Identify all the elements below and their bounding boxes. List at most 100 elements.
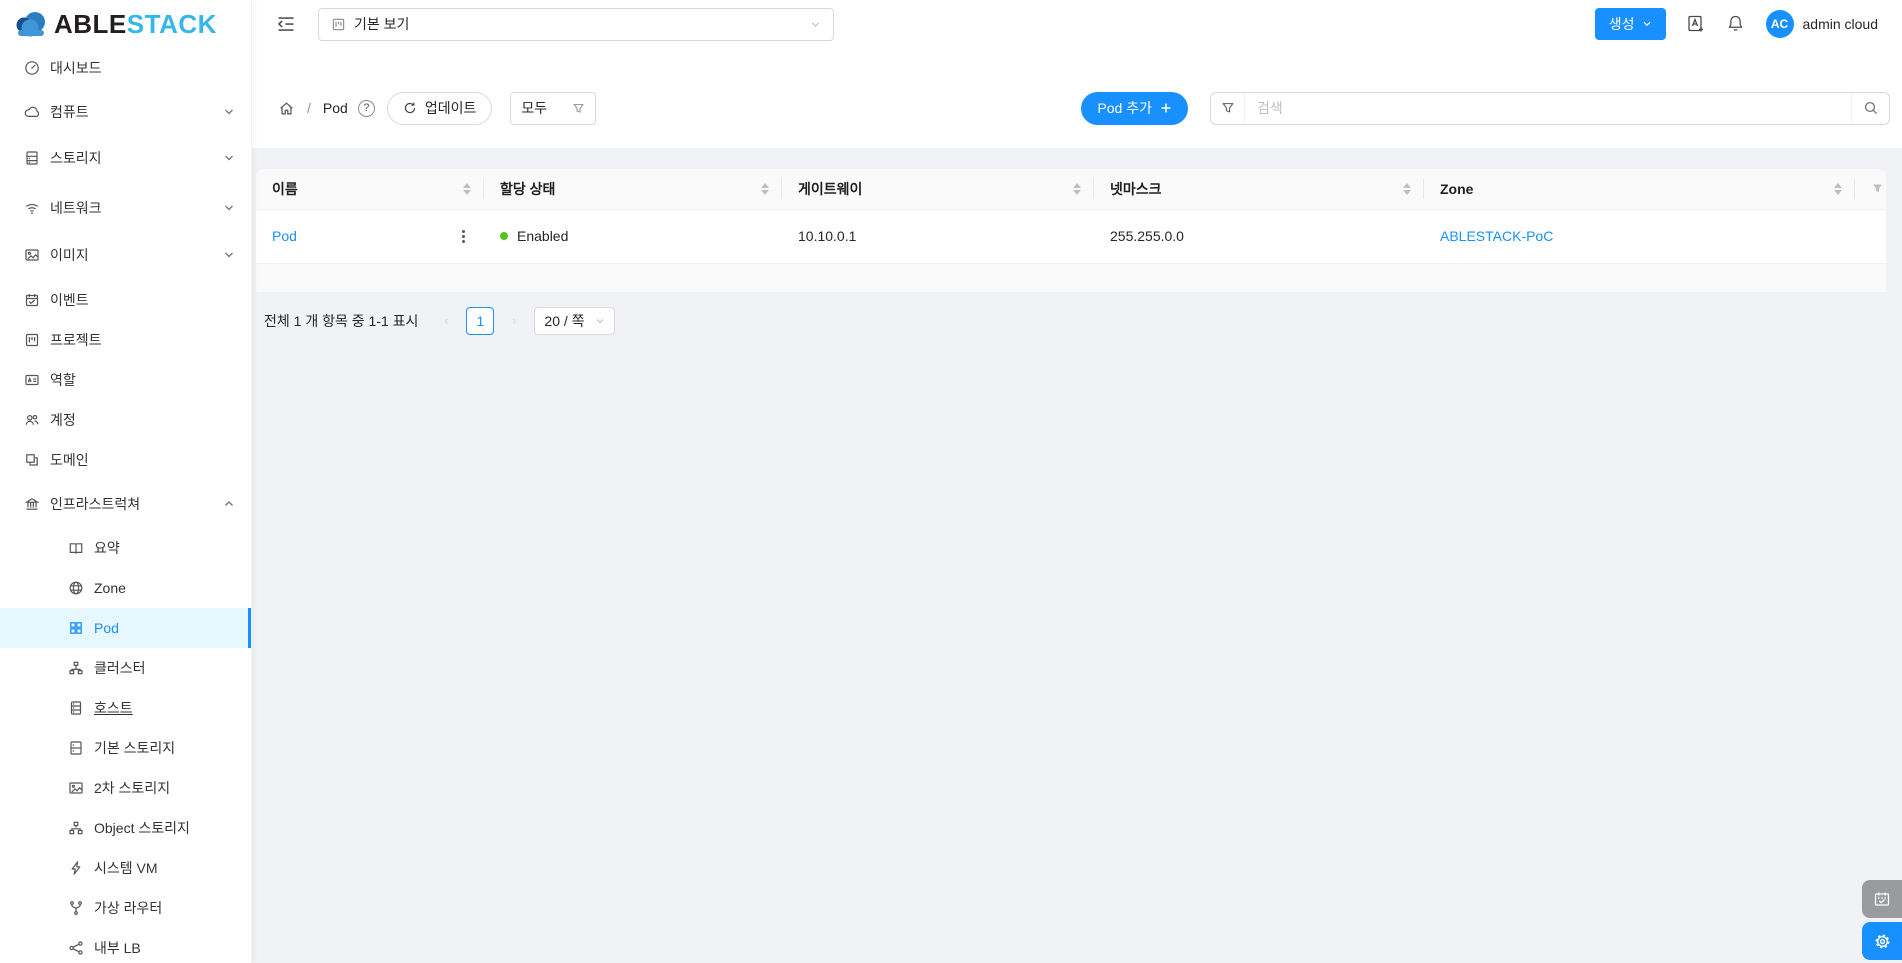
sidebar-item-network[interactable]: 네트워크 bbox=[0, 188, 251, 228]
cluster-icon bbox=[68, 660, 84, 676]
top-header: 기본 보기 생성 AC admin cloud bbox=[252, 0, 1902, 48]
sidebar-item-system-vms[interactable]: 시스템 VM bbox=[0, 848, 251, 888]
sidebar-item-accounts[interactable]: 계정 bbox=[0, 400, 251, 440]
sidebar-item-pod[interactable]: Pod bbox=[0, 608, 251, 648]
column-header-filter[interactable] bbox=[1855, 169, 1886, 210]
database-icon bbox=[68, 740, 84, 756]
avatar: AC bbox=[1765, 10, 1794, 38]
chevron-down-icon bbox=[223, 249, 235, 261]
sidebar-item-clusters[interactable]: 클러스터 bbox=[0, 648, 251, 688]
zone-link[interactable]: ABLESTACK-PoC bbox=[1440, 228, 1553, 244]
breadcrumb-separator: / bbox=[307, 100, 311, 116]
chevron-down-icon bbox=[223, 106, 235, 118]
cell-netmask: 255.255.0.0 bbox=[1094, 209, 1424, 264]
sidebar-item-primary-storage[interactable]: 기본 스토리지 bbox=[0, 728, 251, 768]
global-icon bbox=[68, 580, 84, 596]
sidebar-item-hosts[interactable]: 호스트 bbox=[0, 688, 251, 728]
cell-name: Pod bbox=[256, 209, 484, 264]
create-button[interactable]: 생성 bbox=[1594, 8, 1666, 40]
project-view-icon bbox=[332, 18, 345, 30]
column-header-netmask[interactable]: 넷마스크 bbox=[1094, 169, 1424, 210]
share-icon bbox=[68, 940, 84, 956]
toolbar: / Pod ? 업데이트 모두 Pod 추가 bbox=[252, 48, 1902, 148]
sidebar-item-summary[interactable]: 요약 bbox=[0, 528, 251, 568]
chevron-down-icon bbox=[1643, 21, 1650, 27]
ablestack-logo[interactable]: ABLESTACK bbox=[0, 0, 251, 48]
sidebar-item-events[interactable]: 이벤트 bbox=[0, 280, 251, 320]
column-header-gateway[interactable]: 게이트웨이 bbox=[782, 169, 1094, 210]
sidebar-item-domains[interactable]: 도메인 bbox=[0, 440, 251, 480]
table-header-row: 이름 할당 상태 게이트웨이 넷마스크 Zone bbox=[256, 169, 1886, 210]
appstore-icon bbox=[68, 620, 84, 636]
sidebar-item-dashboard[interactable]: 대시보드 bbox=[0, 48, 251, 88]
search-icon[interactable] bbox=[1851, 92, 1889, 124]
table-row: Pod Enabled 10.10.0.1 255.255.0.0 ABLEST… bbox=[256, 209, 1886, 264]
sidebar-item-infrastructure[interactable]: 인프라스트럭쳐 bbox=[0, 484, 251, 524]
cloud-icon bbox=[24, 104, 40, 120]
row-actions-icon[interactable] bbox=[456, 229, 470, 243]
fork-icon bbox=[68, 900, 84, 916]
sidebar-item-projects[interactable]: 프로젝트 bbox=[0, 320, 251, 360]
sidebar-item-internal-lb[interactable]: 내부 LB bbox=[0, 928, 251, 963]
bell-icon[interactable] bbox=[1726, 14, 1746, 34]
pod-link[interactable]: Pod bbox=[272, 228, 297, 244]
help-icon[interactable]: ? bbox=[357, 99, 375, 117]
view-select[interactable]: 기본 보기 bbox=[318, 7, 834, 41]
sync-icon bbox=[403, 101, 417, 115]
picture-icon bbox=[68, 780, 84, 796]
sidebar-item-compute[interactable]: 컴퓨트 bbox=[0, 92, 251, 132]
idcard-icon bbox=[24, 372, 40, 388]
sidebar-item-roles[interactable]: 역할 bbox=[0, 360, 251, 400]
sidebar-item-zone[interactable]: Zone bbox=[0, 568, 251, 608]
breadcrumb-current: Pod bbox=[322, 100, 348, 116]
chevron-down-icon bbox=[595, 316, 605, 326]
table-footer-strip bbox=[256, 263, 1886, 292]
logo-cloud-icon bbox=[16, 12, 45, 37]
user-menu[interactable]: AC admin cloud bbox=[1765, 10, 1879, 38]
main-content: / Pod ? 업데이트 모두 Pod 추가 검색 이름 할당 상태 게이트웨이… bbox=[252, 0, 1902, 963]
pagination-summary: 전체 1 개 항목 중 1-1 표시 bbox=[264, 312, 419, 329]
prev-page-icon[interactable]: ‹ bbox=[434, 309, 458, 333]
sort-carets-icon bbox=[463, 182, 471, 195]
menu-fold-icon[interactable] bbox=[276, 14, 296, 34]
event-timeline-button[interactable] bbox=[1862, 880, 1902, 918]
sort-carets-icon bbox=[761, 182, 769, 195]
column-header-zone[interactable]: Zone bbox=[1424, 169, 1855, 210]
user-name: admin cloud bbox=[1802, 16, 1879, 32]
funnel-icon bbox=[572, 102, 585, 115]
search-filter-icon[interactable] bbox=[1211, 92, 1245, 124]
column-header-allocation-state[interactable]: 할당 상태 bbox=[484, 169, 782, 210]
cell-filter bbox=[1855, 209, 1886, 264]
settings-button[interactable] bbox=[1862, 922, 1902, 960]
sort-carets-icon bbox=[1403, 182, 1411, 195]
chevron-up-icon bbox=[223, 498, 235, 510]
next-page-icon[interactable]: › bbox=[502, 309, 526, 333]
filter-select[interactable]: 모두 bbox=[510, 91, 597, 125]
translate-icon[interactable] bbox=[1686, 14, 1706, 34]
page-number[interactable]: 1 bbox=[466, 306, 495, 335]
chevron-down-icon bbox=[223, 152, 235, 164]
refresh-button[interactable]: 업데이트 bbox=[386, 91, 493, 125]
thunderbolt-icon bbox=[68, 860, 84, 876]
plus-icon bbox=[1161, 103, 1171, 113]
search-input[interactable] bbox=[1245, 100, 1851, 116]
sidebar-item-images[interactable]: 이미지 bbox=[0, 235, 251, 275]
add-pod-button[interactable]: Pod 추가 bbox=[1081, 91, 1188, 125]
view-select-value: 기본 보기 bbox=[354, 16, 410, 32]
pagination: 전체 1 개 항목 중 1-1 표시 ‹ 1 › 20 / 쪽 bbox=[264, 306, 1886, 335]
page-size-select[interactable]: 20 / 쪽 bbox=[534, 306, 615, 335]
search-box bbox=[1210, 91, 1890, 125]
picture-icon bbox=[24, 247, 40, 263]
sidebar-item-virtual-routers[interactable]: 가상 라우터 bbox=[0, 888, 251, 928]
page-body: 이름 할당 상태 게이트웨이 넷마스크 Zone Pod Enabled 10.… bbox=[252, 148, 1902, 963]
sidebar-item-secondary-storage[interactable]: 2차 스토리지 bbox=[0, 768, 251, 808]
column-header-name[interactable]: 이름 bbox=[256, 169, 484, 210]
status-dot-enabled bbox=[500, 232, 508, 240]
home-icon[interactable] bbox=[278, 100, 295, 117]
hdd-icon bbox=[24, 150, 40, 166]
block-icon bbox=[24, 452, 40, 468]
logo-text: ABLESTACK bbox=[54, 8, 217, 39]
sort-carets-icon bbox=[1073, 182, 1081, 195]
sidebar-item-storage[interactable]: 스토리지 bbox=[0, 138, 251, 178]
sidebar-item-object-storage[interactable]: Object 스토리지 bbox=[0, 808, 251, 848]
